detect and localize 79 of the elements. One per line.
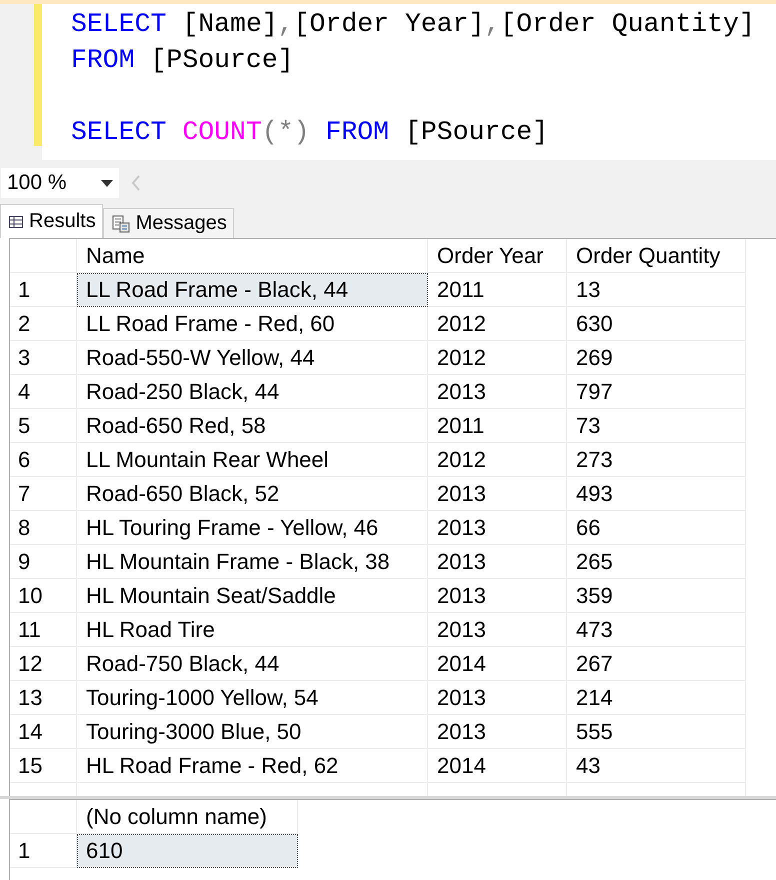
table-cell: Road-550-W Yellow, 44 (77, 341, 428, 375)
table-cell: Road-650 Red, 58 (77, 409, 428, 443)
table-cell: 2013 (428, 375, 567, 409)
row-number: 11 (10, 613, 77, 647)
row-number: 9 (10, 545, 77, 579)
table-cell: 2012 (428, 307, 567, 341)
table-cell: 2014 (428, 749, 567, 783)
table-cell: 2012 (428, 443, 567, 477)
column-header[interactable]: Name (77, 239, 428, 273)
row-number: 14 (10, 715, 77, 749)
table-cell: 267 (567, 647, 746, 681)
row-number: 4 (10, 375, 77, 409)
code-line: FROM [PSource] (71, 44, 294, 77)
table-cell: HL Touring Frame - Yellow, 46 (77, 511, 428, 545)
row-number: 15 (10, 749, 77, 783)
table-cell: 265 (567, 545, 746, 579)
table-cell: HL Mountain Frame - Black, 38 (77, 545, 428, 579)
results-tab[interactable]: Results (0, 204, 103, 238)
code-line: SELECT [Name],[Order Year],[Order Quantity] (71, 8, 755, 41)
table-cell: HL Road Frame - Red, 62 (77, 749, 428, 783)
table-cell: 2011 (428, 273, 567, 307)
column-header[interactable]: Order Quantity (567, 239, 746, 273)
row-number: 7 (10, 477, 77, 511)
table-cell: 359 (567, 579, 746, 613)
table-cell: 2012 (428, 341, 567, 375)
table-cell: 2013 (428, 511, 567, 545)
row-number: 12 (10, 647, 77, 681)
table-cell: HL Mountain Seat/Saddle (77, 579, 428, 613)
table-cell: Road-250 Black, 44 (77, 375, 428, 409)
zoom-dropdown[interactable]: 100 % (1, 168, 119, 198)
column-header[interactable]: Order Year (428, 239, 567, 273)
table-cell: HL Road Tire (77, 613, 428, 647)
table-cell: 273 (567, 443, 746, 477)
column-header[interactable]: (No column name) (77, 800, 298, 834)
table-cell: 2011 (428, 409, 567, 443)
table-cell: 73 (567, 409, 746, 443)
table-cell: 2013 (428, 681, 567, 715)
document-icon (112, 214, 130, 232)
row-number: 13 (10, 681, 77, 715)
row-number: 3 (10, 341, 77, 375)
table-cell: 797 (567, 375, 746, 409)
table-cell: Road-750 Black, 44 (77, 647, 428, 681)
row-number: 5 (10, 409, 77, 443)
table-cell: 2013 (428, 579, 567, 613)
table-cell: 2013 (428, 613, 567, 647)
grid-icon (9, 216, 23, 228)
table-cell: 555 (567, 715, 746, 749)
results-tab[interactable]: Messages (102, 208, 234, 238)
row-number: 10 (10, 579, 77, 613)
table-cell: 473 (567, 613, 746, 647)
scroll-left-icon[interactable] (131, 174, 141, 192)
row-number: 1 (10, 834, 77, 868)
table-cell: 43 (567, 749, 746, 783)
caret-icon (101, 180, 113, 186)
table-cell: Touring-3000 Blue, 50 (77, 715, 428, 749)
table-cell: 269 (567, 341, 746, 375)
table-cell: 2013 (428, 477, 567, 511)
table-cell: 610 (77, 834, 298, 868)
grid-corner[interactable] (10, 800, 77, 834)
table-cell: 493 (567, 477, 746, 511)
row-number: 1 (10, 273, 77, 307)
table-cell: LL Mountain Rear Wheel (77, 443, 428, 477)
table-cell: 2014 (428, 647, 567, 681)
row-number: 2 (10, 307, 77, 341)
row-number: 6 (10, 443, 77, 477)
table-cell: 630 (567, 307, 746, 341)
row-number: 8 (10, 511, 77, 545)
table-cell: Touring-1000 Yellow, 54 (77, 681, 428, 715)
table-cell: 2013 (428, 545, 567, 579)
grid-corner[interactable] (10, 239, 77, 273)
table-cell: 214 (567, 681, 746, 715)
table-cell: LL Road Frame - Red, 60 (77, 307, 428, 341)
code-line: SELECT COUNT(*) FROM [PSource] (71, 116, 548, 149)
table-cell: LL Road Frame - Black, 44 (77, 273, 428, 307)
table-cell: Road-650 Black, 52 (77, 477, 428, 511)
table-cell: 2013 (428, 715, 567, 749)
code-editor[interactable]: SELECT [Name],[Order Year],[Order Quantity] FROM [PSource] SELECT COUNT(*) FROM [PSource] (0, 0, 776, 160)
table-cell: 13 (567, 273, 746, 307)
table-cell: 66 (567, 511, 746, 545)
